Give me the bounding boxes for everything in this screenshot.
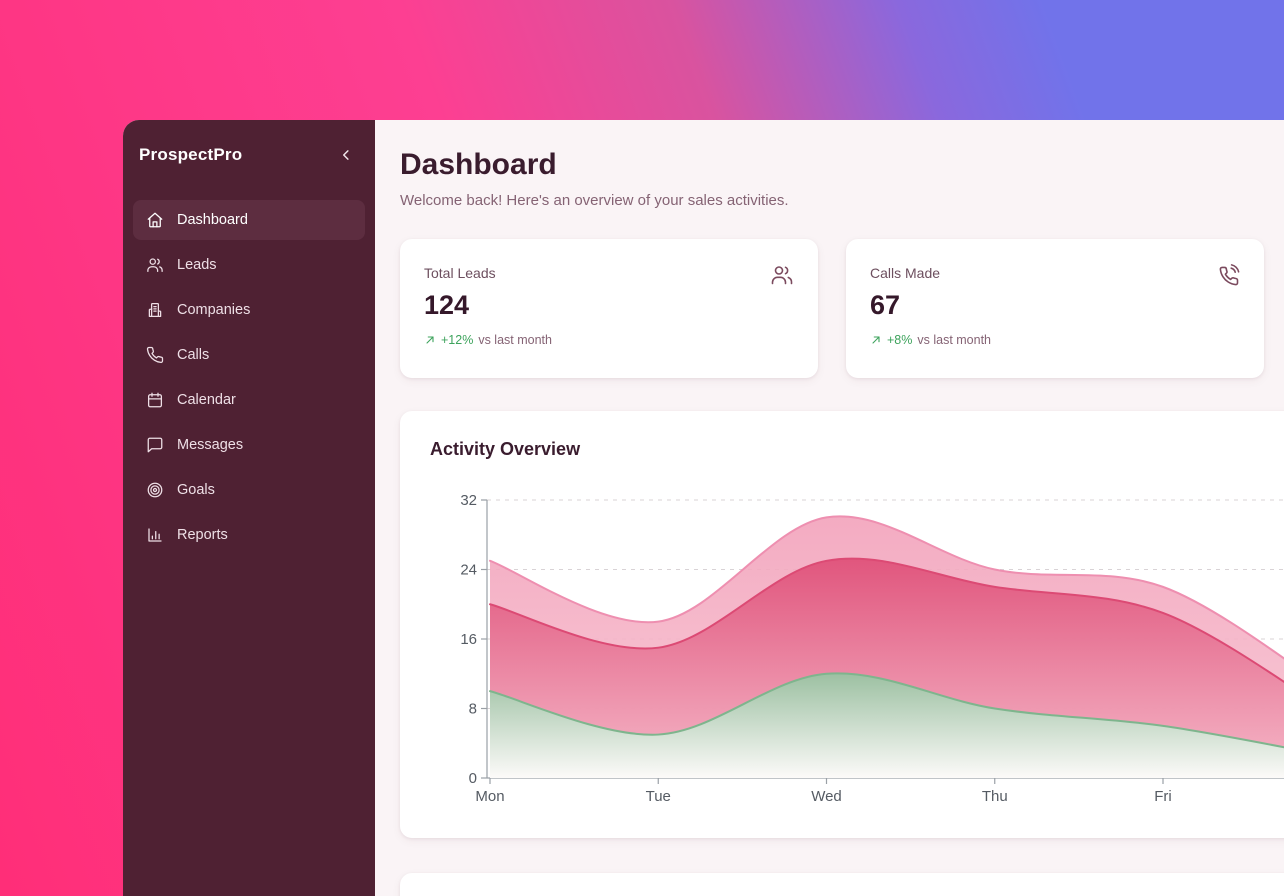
stat-change-percent: +8% [887, 333, 912, 347]
svg-text:8: 8 [469, 701, 477, 718]
phone-call-icon [1216, 263, 1240, 287]
screen: ProspectPro Dashboard Leads Companies Ca… [0, 0, 1284, 896]
stat-change-suffix: vs last month [917, 333, 991, 347]
svg-text:Fri: Fri [1154, 788, 1172, 805]
bar-chart-icon [146, 526, 164, 544]
sidebar-item-label: Leads [177, 257, 217, 273]
sidebar-header: ProspectPro [133, 144, 365, 166]
phone-icon [146, 346, 164, 364]
stat-card-calls-made: Calls Made 67 +8% vs last month [846, 239, 1264, 378]
sidebar-item-label: Dashboard [177, 212, 248, 228]
page-title: Dashboard [400, 148, 1284, 182]
chart-title: Activity Overview [430, 439, 1284, 460]
svg-text:24: 24 [460, 562, 477, 579]
svg-text:Thu: Thu [982, 788, 1008, 805]
stat-label: Calls Made [870, 265, 1240, 281]
svg-text:32: 32 [460, 492, 477, 509]
sidebar-item-dashboard[interactable]: Dashboard [133, 200, 365, 240]
calendar-icon [146, 391, 164, 409]
stat-label: Total Leads [424, 265, 794, 281]
sidebar-item-reports[interactable]: Reports [133, 515, 365, 555]
stat-change-suffix: vs last month [478, 333, 552, 347]
sidebar-item-companies[interactable]: Companies [133, 290, 365, 330]
stat-card-total-leads: Total Leads 124 +12% vs last month [400, 239, 818, 378]
svg-text:Mon: Mon [475, 788, 504, 805]
users-icon [146, 256, 164, 274]
brand-logo: ProspectPro [139, 145, 242, 165]
building-icon [146, 301, 164, 319]
sidebar-item-label: Companies [177, 302, 250, 318]
activity-area-chart: 0 8 16 24 32 Mon Tue Wed Thu Fri [450, 490, 1284, 810]
svg-text:Wed: Wed [811, 788, 842, 805]
page-subtitle: Welcome back! Here's an overview of your… [400, 192, 1284, 209]
sidebar-item-label: Messages [177, 437, 243, 453]
sidebar-item-label: Calendar [177, 392, 236, 408]
stat-value: 124 [424, 290, 794, 321]
stat-change-percent: +12% [441, 333, 473, 347]
sidebar-item-label: Calls [177, 347, 209, 363]
sidebar-item-label: Reports [177, 527, 228, 543]
app-window: ProspectPro Dashboard Leads Companies Ca… [123, 120, 1284, 896]
users-icon [770, 263, 794, 287]
chevron-left-icon [337, 146, 355, 164]
main-content: Dashboard Welcome back! Here's an overvi… [375, 120, 1284, 896]
next-section-card [400, 873, 1284, 896]
sidebar-collapse-button[interactable] [335, 144, 357, 166]
svg-text:0: 0 [469, 770, 477, 787]
home-icon [146, 211, 164, 229]
sidebar-item-calls[interactable]: Calls [133, 335, 365, 375]
svg-text:Tue: Tue [646, 788, 671, 805]
sidebar-item-goals[interactable]: Goals [133, 470, 365, 510]
sidebar: ProspectPro Dashboard Leads Companies Ca… [123, 120, 375, 896]
svg-text:16: 16 [460, 631, 477, 648]
sidebar-item-leads[interactable]: Leads [133, 245, 365, 285]
stats-row: Total Leads 124 +12% vs last month Calls… [400, 239, 1284, 378]
trend-up-icon [424, 334, 436, 346]
sidebar-nav: Dashboard Leads Companies Calls Calendar… [133, 200, 365, 555]
stat-value: 67 [870, 290, 1240, 321]
message-icon [146, 436, 164, 454]
activity-overview-card: Activity Overview 0 8 16 24 32 Mon Tue Wed Thu Fr… [400, 411, 1284, 838]
sidebar-item-calendar[interactable]: Calendar [133, 380, 365, 420]
target-icon [146, 481, 164, 499]
sidebar-item-messages[interactable]: Messages [133, 425, 365, 465]
sidebar-item-label: Goals [177, 482, 215, 498]
trend-up-icon [870, 334, 882, 346]
